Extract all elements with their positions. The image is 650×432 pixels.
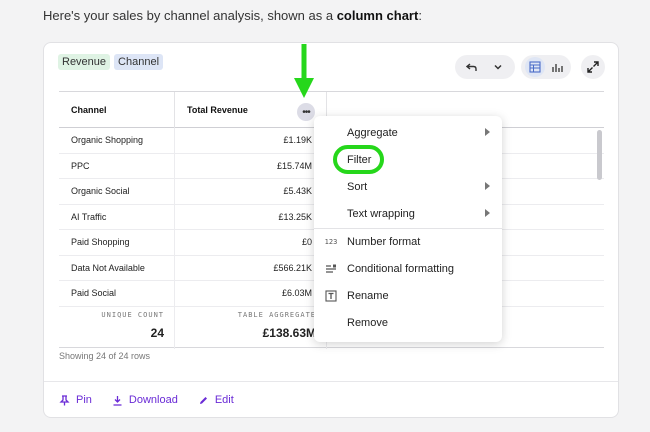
menu-item-conditional-formatting[interactable]: Conditional formatting — [314, 256, 502, 282]
menu-item-label: Text wrapping — [347, 208, 415, 220]
download-label: Download — [128, 394, 178, 406]
conditional-format-icon — [324, 262, 338, 276]
undo-group — [455, 55, 515, 79]
pin-icon — [59, 394, 70, 405]
card-divider — [44, 381, 618, 382]
menu-item-sort[interactable]: Sort — [314, 174, 502, 200]
chart-view-button[interactable] — [547, 57, 567, 77]
expand-icon — [587, 61, 599, 73]
undo-icon — [466, 63, 477, 71]
pin-button[interactable]: Pin — [59, 394, 92, 406]
number-format-icon: 123 — [324, 238, 338, 246]
menu-item-filter[interactable]: Filter — [314, 147, 502, 173]
submenu-arrow-icon — [485, 182, 490, 190]
cell-channel: Data Not Available — [59, 255, 175, 280]
summary-value: 24 — [150, 326, 164, 340]
cell-revenue: £0 — [175, 230, 327, 255]
edit-button[interactable]: Edit — [198, 394, 234, 406]
table-view-button[interactable] — [525, 57, 545, 77]
intro-text-end: : — [418, 8, 422, 23]
summary-label: UNIQUE COUNT — [101, 311, 164, 319]
menu-item-label: Rename — [347, 290, 389, 302]
tag-channel[interactable]: Channel — [114, 54, 164, 70]
cell-channel: Organic Social — [59, 179, 175, 204]
expand-button[interactable] — [581, 55, 605, 79]
tag-revenue[interactable]: Revenue — [58, 54, 111, 70]
column-menu-button[interactable]: ••• — [297, 103, 315, 121]
card-actions: Pin Download Edit — [59, 394, 234, 406]
intro-text-bold: column chart — [336, 8, 419, 23]
chevron-down-button[interactable] — [488, 57, 508, 77]
download-button[interactable]: Download — [112, 394, 178, 406]
menu-item-label: Sort — [347, 181, 368, 193]
edit-label: Edit — [214, 394, 234, 406]
pencil-icon — [199, 396, 207, 404]
menu-item-text-wrapping[interactable]: Text wrapping — [314, 201, 502, 227]
menu-item-rename[interactable]: Rename — [314, 283, 502, 309]
summary-table-aggregate[interactable]: TABLE AGGREGATE £138.63M — [175, 301, 327, 349]
cell-revenue: £566.21K — [175, 255, 327, 280]
menu-item-remove[interactable]: Remove — [314, 310, 502, 336]
column-context-menu: Aggregate Filter Sort Text wrapping 123 … — [314, 116, 502, 342]
cell-revenue: £5.43K — [175, 179, 327, 204]
cell-channel: Organic Shopping — [59, 128, 175, 153]
menu-item-label: Aggregate — [347, 127, 398, 139]
view-toggle — [521, 55, 571, 79]
summary-unique-count[interactable]: UNIQUE COUNT 24 — [59, 301, 175, 349]
table-icon — [529, 61, 541, 73]
cell-channel: Paid Shopping — [59, 230, 175, 255]
chevron-down-icon — [494, 64, 502, 70]
column-header-channel[interactable]: Channel — [59, 92, 175, 128]
undo-button[interactable] — [462, 57, 482, 77]
cell-channel: PPC — [59, 153, 175, 178]
cell-revenue: £15.74M — [175, 153, 327, 178]
more-horizontal-icon: ••• — [302, 106, 310, 118]
pin-label: Pin — [76, 394, 92, 406]
menu-item-label: Number format — [347, 236, 421, 248]
tag-list: Revenue Channel — [58, 54, 164, 70]
menu-item-aggregate[interactable]: Aggregate — [314, 120, 502, 146]
bar-chart-icon — [552, 64, 563, 72]
intro-text-main: Here's your sales by channel analysis, s… — [43, 8, 337, 23]
rename-icon — [324, 289, 338, 303]
submenu-arrow-icon — [485, 128, 490, 136]
row-count-status: Showing 24 of 24 rows — [59, 351, 151, 361]
menu-item-label: Remove — [347, 317, 388, 329]
intro-text: Here's your sales by channel analysis, s… — [43, 8, 422, 23]
download-icon — [113, 395, 122, 406]
cell-revenue: £13.25K — [175, 204, 327, 229]
cell-channel: AI Traffic — [59, 204, 175, 229]
cell-revenue: £1.19K — [175, 128, 327, 153]
summary-label: TABLE AGGREGATE — [237, 311, 316, 319]
menu-item-label: Filter — [347, 154, 372, 166]
menu-item-label: Conditional formatting — [347, 263, 455, 275]
submenu-arrow-icon — [485, 209, 490, 217]
summary-value: £138.63M — [262, 326, 316, 340]
menu-item-number-format[interactable]: 123 Number format — [314, 229, 502, 255]
vertical-scrollbar[interactable] — [597, 130, 602, 180]
